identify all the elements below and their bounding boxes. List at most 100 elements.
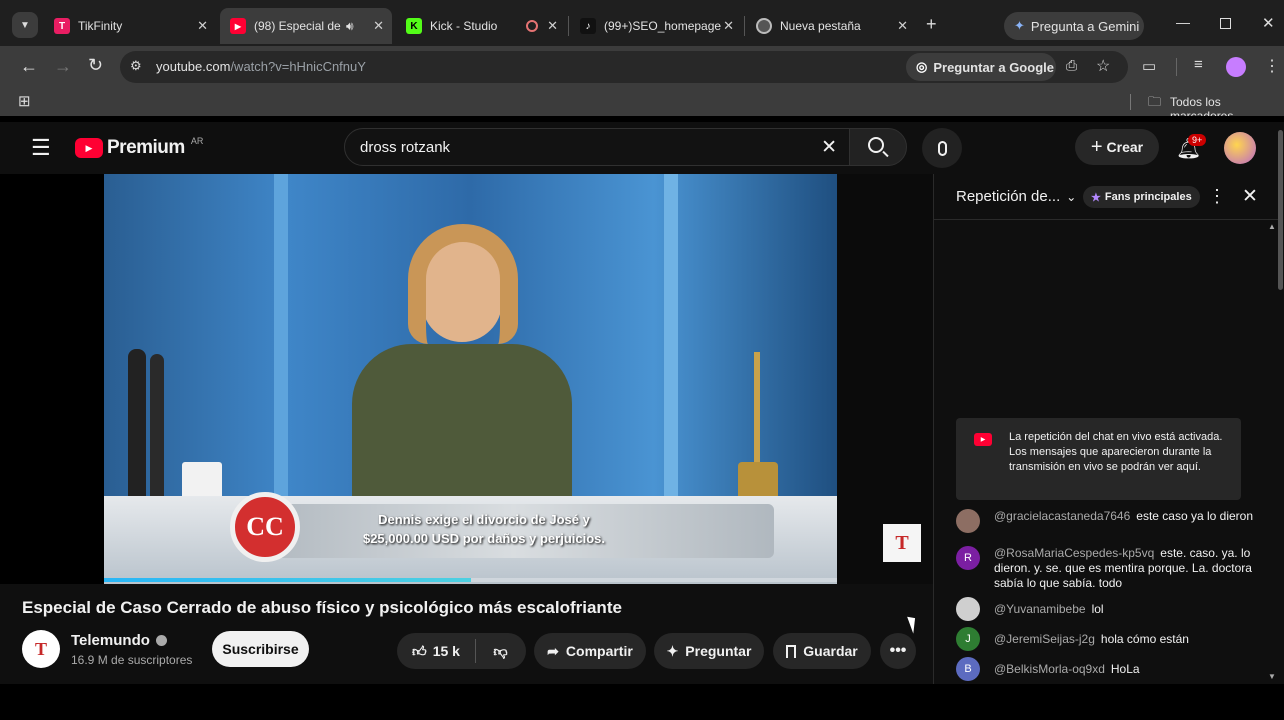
tab-title: (98) Especial de C xyxy=(254,19,342,33)
reload-button[interactable]: ↻ xyxy=(88,55,103,76)
ask-google-button[interactable]: ◎ Preguntar a Google xyxy=(906,53,1056,81)
bookmarks-bar: ⊞ 🗀 Todos los marcadores xyxy=(0,88,1284,123)
tikfinity-icon: T xyxy=(54,18,70,34)
save-button[interactable]: Guardar xyxy=(773,633,871,669)
scale-decoration xyxy=(754,352,760,462)
ask-button[interactable]: ✦ Preguntar xyxy=(654,633,764,669)
channel-name[interactable]: Telemundo xyxy=(71,632,150,649)
thumbs-up-icon: 👍︎ xyxy=(412,642,427,659)
youtube-logo[interactable]: ▶ Premium AR xyxy=(75,136,203,159)
url-path: /watch?v=hHnicCnfnuY xyxy=(230,59,366,74)
speaker-icon[interactable]: 🔊︎ xyxy=(346,19,354,34)
tab-youtube[interactable]: ▶ (98) Especial de C 🔊︎ ✕ xyxy=(220,8,392,44)
tab-title: TikFinity xyxy=(78,19,123,33)
cc-badge: CC xyxy=(246,512,284,541)
notifications-button[interactable]: 🔔︎ 9+ xyxy=(1174,134,1207,164)
channel-avatar[interactable]: T xyxy=(22,630,60,668)
top-fans-label: Fans principales xyxy=(1104,191,1192,203)
apps-grid-icon[interactable]: ⊞ xyxy=(18,92,31,110)
chat-username[interactable]: @RosaMariaCespedes-kp5vq xyxy=(994,546,1154,560)
chat-avatar[interactable]: J xyxy=(956,627,980,651)
profile-avatar[interactable] xyxy=(1226,57,1246,77)
ask-label: Preguntar xyxy=(685,643,752,659)
progress-track[interactable] xyxy=(104,578,837,582)
chat-username[interactable]: @JeremiSeijas-j2g xyxy=(994,632,1095,646)
clear-search-icon[interactable]: ✕ xyxy=(821,136,837,159)
chat-notice-text: La repetición del chat en vivo está acti… xyxy=(1009,431,1223,473)
share-button[interactable]: ➦ Compartir xyxy=(534,633,646,669)
chat-header: Repetición de... ⌄ ★ Fans principales ⋮ … xyxy=(934,174,1279,220)
host-person xyxy=(352,344,572,504)
scroll-down-arrow[interactable]: ▼ xyxy=(1268,672,1276,681)
browser-tab-strip: ▼ T TikFinity ✕ ▶ (98) Especial de C 🔊︎ … xyxy=(0,0,1284,46)
plus-icon: + xyxy=(1090,135,1103,158)
page-scrollbar[interactable] xyxy=(1278,130,1283,290)
cast-icon[interactable]: ▭ xyxy=(1142,57,1156,75)
chat-notice: ▶ La repetición del chat en vivo está ac… xyxy=(956,418,1241,500)
backdrop-pillar xyxy=(664,174,678,504)
chat-avatar[interactable] xyxy=(956,509,980,533)
site-info-icon[interactable]: ⚙ xyxy=(130,58,142,74)
more-actions-button[interactable]: ••• xyxy=(880,633,916,669)
chat-more-icon[interactable]: ⋮ xyxy=(1208,186,1226,207)
forward-button[interactable]: → xyxy=(54,56,72,77)
subscriber-count: 16.9 M de suscriptores xyxy=(71,653,193,667)
tab-kick-studio[interactable]: K Kick - Studio ✕ xyxy=(396,8,566,44)
mouse-cursor xyxy=(907,614,920,634)
bookmark-icon xyxy=(786,644,797,658)
share-icon: ➦ xyxy=(547,642,559,659)
top-fans-chip[interactable]: ★ Fans principales xyxy=(1083,186,1200,208)
url-text: youtube.com/watch?v=hHnicCnfnuY xyxy=(156,59,366,74)
chat-username[interactable]: @BelkisMorla-oq9xd xyxy=(994,662,1105,676)
recording-icon xyxy=(526,20,538,32)
close-tab-icon[interactable]: ✕ xyxy=(723,18,734,34)
bookmark-star-icon[interactable]: ☆ xyxy=(1096,56,1110,76)
video-title: Especial de Caso Cerrado de abuso físico… xyxy=(22,598,622,617)
tab-seo-homepage[interactable]: ♪ (99+)SEO_homepage ✕ xyxy=(570,8,742,44)
caption-line-2: $25,000.00 USD por daños y perjuicios. xyxy=(362,531,606,546)
tiktok-icon: ♪ xyxy=(580,18,596,34)
media-control-icon[interactable]: ≡ xyxy=(1194,56,1203,73)
close-tab-icon[interactable]: ✕ xyxy=(547,18,558,34)
chat-avatar[interactable]: R xyxy=(956,546,980,570)
close-tab-icon[interactable]: ✕ xyxy=(197,18,208,34)
like-button[interactable]: 👍︎ 15 k xyxy=(398,639,476,663)
close-tab-icon[interactable]: ✕ xyxy=(897,18,908,34)
search-button[interactable] xyxy=(849,128,907,166)
tab-new-tab[interactable]: Nueva pestaña ✕ xyxy=(746,8,916,44)
channel-name-row[interactable]: Telemundo xyxy=(71,632,167,649)
create-button[interactable]: + Crear xyxy=(1075,129,1159,165)
gemini-icon: ✦ xyxy=(1014,18,1025,33)
chat-text: HoLa xyxy=(1110,662,1140,676)
restore-button[interactable] xyxy=(1220,18,1231,29)
more-menu-icon[interactable]: ⋮ xyxy=(1264,56,1280,76)
minimize-button[interactable]: — xyxy=(1176,14,1190,30)
tab-tikfinity[interactable]: T TikFinity ✕ xyxy=(44,8,216,44)
close-chat-icon[interactable]: ✕ xyxy=(1242,185,1258,208)
dislike-button[interactable]: 👎︎ xyxy=(476,643,526,660)
search-input[interactable]: dross rotzank ✕ xyxy=(344,128,850,166)
video-player[interactable]: CC Dennis exige el divorcio de José y $2… xyxy=(104,174,837,584)
voice-search-button[interactable] xyxy=(922,128,962,168)
chat-text: este caso ya lo dieron xyxy=(1136,509,1254,523)
chat-avatar[interactable] xyxy=(956,597,980,621)
subscribe-button[interactable]: Suscribirse xyxy=(212,631,309,667)
chat-username[interactable]: @gracielacastaneda7646 xyxy=(994,509,1130,523)
chat-avatar[interactable]: B xyxy=(956,657,980,681)
search-value: dross rotzank xyxy=(360,139,451,156)
close-tab-icon[interactable]: ✕ xyxy=(373,18,384,34)
chat-mode-dropdown[interactable]: Repetición de... ⌄ xyxy=(956,188,1076,205)
scroll-up-arrow[interactable]: ▲ xyxy=(1268,222,1276,231)
new-tab-button[interactable]: + xyxy=(926,14,937,35)
back-button[interactable]: ← xyxy=(20,56,38,77)
account-avatar[interactable] xyxy=(1224,132,1256,164)
tab-search-button[interactable]: ▼ xyxy=(12,12,38,38)
more-horizontal-icon: ••• xyxy=(889,642,907,659)
install-app-icon[interactable]: ⎙ xyxy=(1066,57,1077,74)
chat-username[interactable]: @Yuvanamibebe xyxy=(994,602,1086,616)
close-window-button[interactable]: ✕ xyxy=(1262,14,1275,32)
hamburger-menu-icon[interactable]: ☰ xyxy=(31,135,51,161)
omnibox[interactable]: ⚙ youtube.com/watch?v=hHnicCnfnuY ◎ Preg… xyxy=(120,51,1128,83)
backdrop-pillar xyxy=(274,174,288,504)
gemini-button[interactable]: ✦ Pregunta a Gemini xyxy=(1004,12,1144,40)
